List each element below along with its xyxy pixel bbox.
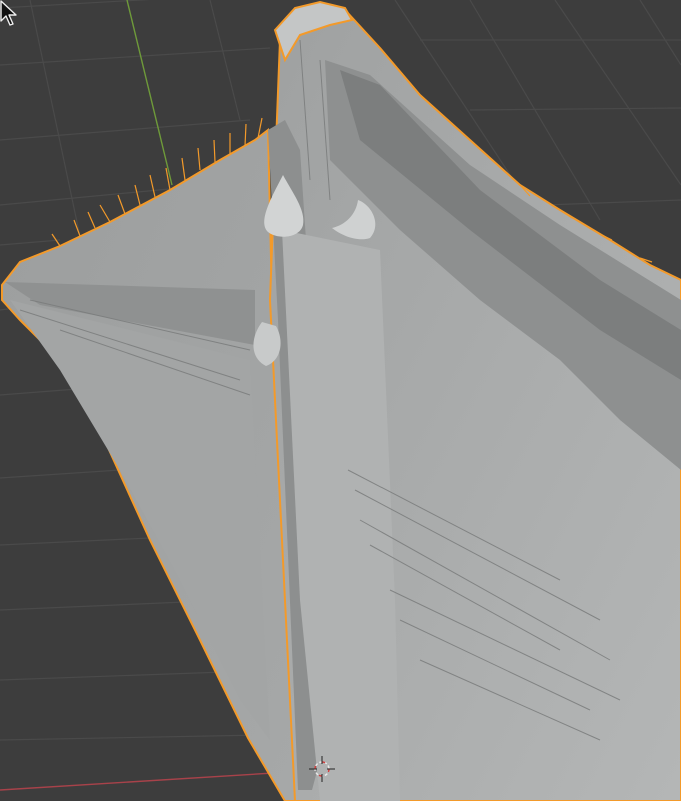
3d-viewport[interactable]: [0, 0, 681, 801]
viewport-canvas[interactable]: [0, 0, 681, 801]
mouse-pointer-icon: [0, 0, 17, 26]
